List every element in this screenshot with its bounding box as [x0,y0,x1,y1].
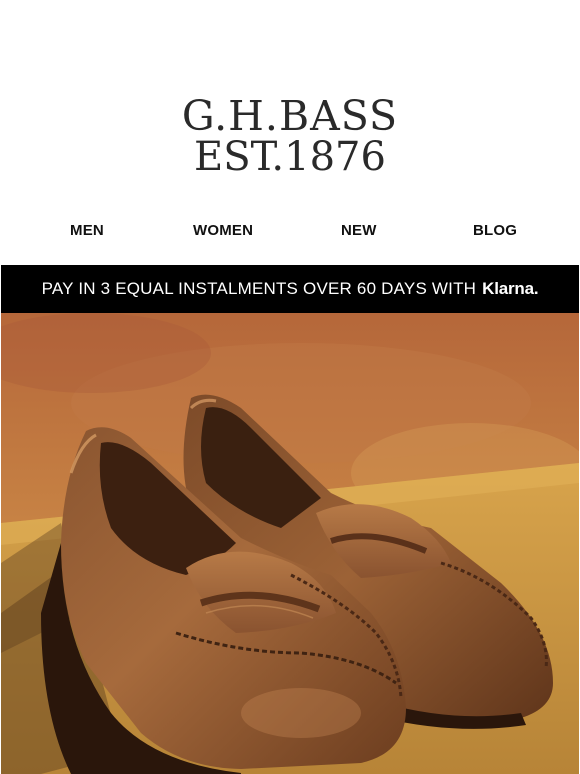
nav-item-new[interactable]: NEW [341,222,377,239]
klarna-promo-banner[interactable]: PAY IN 3 EQUAL INSTALMENTS OVER 60 DAYS … [1,265,579,313]
nav-item-blog[interactable]: BLOG [473,222,517,239]
nav-item-men[interactable]: MEN [70,222,104,239]
brand-name: G.H.BASS [181,92,399,140]
brand-established: EST.1876 [194,134,386,180]
klarna-logo: Klarna. [482,279,539,298]
brand-logo[interactable]: G.H.BASS EST.1876 [0,94,580,178]
banner-text: PAY IN 3 EQUAL INSTALMENTS OVER 60 DAYS … [41,279,477,298]
penny-loafers-photo [1,313,579,774]
hero-image[interactable] [1,313,579,774]
main-navigation: MEN WOMEN NEW BLOG [0,222,580,244]
nav-item-women[interactable]: WOMEN [193,222,253,239]
